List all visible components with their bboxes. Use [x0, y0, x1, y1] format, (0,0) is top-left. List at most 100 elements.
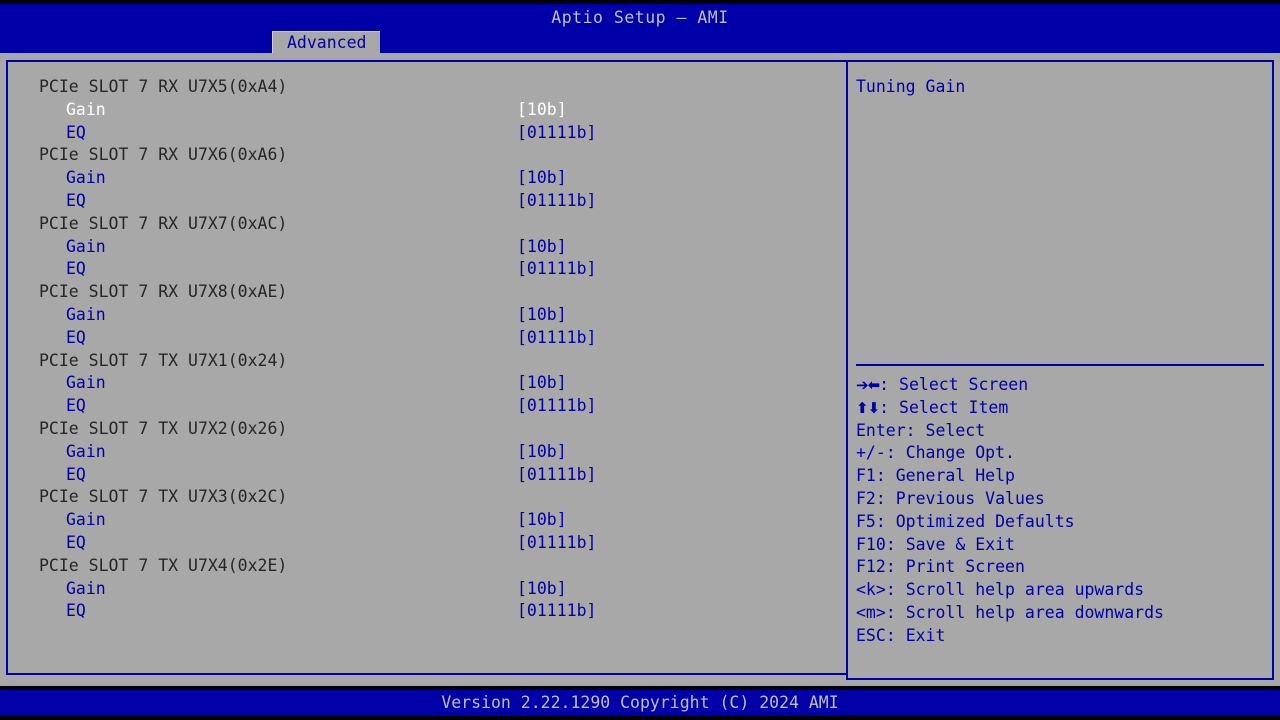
key-action: Print Screen: [905, 557, 1025, 577]
version-text: Version 2.22.1290 Copyright (C) 2024 AMI: [441, 693, 839, 712]
key-action: Previous Values: [895, 488, 1045, 508]
option-label: EQ: [66, 532, 86, 552]
group-label: PCIe SLOT 7 RX U7X7(0xAC): [39, 213, 288, 233]
key-legend-row: ⬆⬇: Select Item: [856, 397, 1268, 420]
key-action: Optimized Defaults: [895, 511, 1075, 531]
key-name: F5: [856, 511, 876, 531]
page-title: Aptio Setup – AMI: [551, 8, 729, 27]
key-separator: :: [885, 443, 906, 463]
option-value[interactable]: [10b]: [517, 441, 567, 464]
option-label: EQ: [66, 396, 86, 416]
option-row[interactable]: Gain [10b]: [8, 578, 848, 601]
footer-bar: Version 2.22.1290 Copyright (C) 2024 AMI: [0, 690, 1280, 716]
option-label: Gain: [66, 373, 106, 393]
key-name: <k>: [856, 580, 886, 600]
option-group-header: PCIe SLOT 7 RX U7X5(0xA4): [8, 76, 848, 99]
key-separator: :: [875, 511, 896, 531]
option-group-header: PCIe SLOT 7 RX U7X8(0xAE): [8, 281, 848, 304]
key-action: Exit: [905, 625, 946, 645]
option-row[interactable]: Gain [10b]: [8, 99, 848, 122]
key-action: Save & Exit: [905, 534, 1015, 554]
key-name: <m>: [856, 602, 886, 622]
option-label: Gain: [66, 304, 106, 324]
option-row[interactable]: EQ [01111b]: [8, 600, 848, 623]
option-value[interactable]: [10b]: [517, 578, 567, 601]
group-label: PCIe SLOT 7 TX U7X2(0x26): [39, 418, 288, 438]
key-action: Select Item: [899, 397, 1009, 417]
option-value[interactable]: [10b]: [517, 372, 567, 395]
option-row[interactable]: EQ [01111b]: [8, 327, 848, 350]
key-legend-row: F10: Save & Exit: [856, 534, 1268, 557]
option-row[interactable]: EQ [01111b]: [8, 532, 848, 555]
option-value[interactable]: [01111b]: [517, 122, 596, 145]
option-value[interactable]: [01111b]: [517, 258, 596, 281]
option-value[interactable]: [10b]: [517, 99, 567, 122]
group-label: PCIe SLOT 7 TX U7X4(0x2E): [39, 555, 288, 575]
option-value[interactable]: [10b]: [517, 509, 567, 532]
option-row[interactable]: Gain [10b]: [8, 236, 848, 259]
option-group-header: PCIe SLOT 7 RX U7X7(0xAC): [8, 213, 848, 236]
key-legend-row: <k>: Scroll help area upwards: [856, 579, 1268, 602]
key-legend-row: F2: Previous Values: [856, 488, 1268, 511]
option-value[interactable]: [10b]: [517, 304, 567, 327]
menu-tab-strip: Advanced: [0, 31, 1280, 53]
options-panel: PCIe SLOT 7 RX U7X5(0xA4) Gain [10b] EQ [011…: [6, 60, 848, 675]
option-row[interactable]: Gain [10b]: [8, 372, 848, 395]
tab-advanced[interactable]: Advanced: [272, 31, 381, 53]
option-value[interactable]: [01111b]: [517, 327, 596, 350]
key-name: F10: [856, 534, 886, 554]
key-name: F2: [856, 488, 876, 508]
option-label: EQ: [66, 464, 86, 484]
option-value[interactable]: [01111b]: [517, 464, 596, 487]
option-value[interactable]: [01111b]: [517, 532, 596, 555]
key-action: Select: [925, 420, 986, 440]
key-separator: :: [879, 375, 900, 394]
group-label: PCIe SLOT 7 RX U7X5(0xA4): [39, 77, 288, 96]
key-legend-row: Enter: Select: [856, 420, 1268, 443]
key-separator: :: [885, 625, 906, 645]
option-value[interactable]: [01111b]: [517, 395, 596, 418]
option-row[interactable]: EQ [01111b]: [8, 464, 848, 487]
option-row[interactable]: Gain [10b]: [8, 509, 848, 532]
help-description: Tuning Gain: [856, 77, 966, 96]
option-row[interactable]: Gain [10b]: [8, 167, 848, 190]
option-row[interactable]: Gain [10b]: [8, 441, 848, 464]
option-row[interactable]: Gain [10b]: [8, 304, 848, 327]
option-value[interactable]: [01111b]: [517, 190, 596, 213]
option-label: Gain: [66, 99, 106, 119]
key-legend-row: ➔⬅: Select Screen: [856, 374, 1268, 397]
option-label: EQ: [66, 327, 86, 347]
key-action: Scroll help area downwards: [905, 602, 1164, 622]
option-group-header: PCIe SLOT 7 RX U7X6(0xA6): [8, 144, 848, 167]
key-name: F12: [856, 557, 886, 577]
help-panel: Tuning Gain ➔⬅: Select Screen ⬆⬇: Select …: [848, 60, 1274, 680]
key-separator: :: [885, 602, 906, 622]
key-name: ESC: [856, 625, 886, 645]
bios-setup-screen: Aptio Setup – AMI Advanced PCIe SLOT 7 R…: [0, 0, 1280, 720]
arrow-up-down-icon: ⬆⬇: [856, 398, 880, 417]
option-row[interactable]: EQ [01111b]: [8, 258, 848, 281]
group-label: PCIe SLOT 7 TX U7X3(0x2C): [39, 487, 288, 507]
option-group-header: PCIe SLOT 7 TX U7X3(0x2C): [8, 486, 848, 509]
key-name: F1: [856, 466, 876, 486]
arrow-left-right-icon: ➔⬅: [856, 376, 880, 394]
key-legend-row: ESC: Exit: [856, 625, 1268, 648]
option-label: Gain: [66, 510, 106, 530]
key-action: General Help: [895, 466, 1015, 486]
option-row[interactable]: EQ [01111b]: [8, 190, 848, 213]
option-label: EQ: [66, 190, 86, 210]
option-label: Gain: [66, 168, 106, 188]
key-separator: :: [875, 466, 896, 486]
help-separator: [856, 364, 1264, 366]
key-action: Select Screen: [899, 375, 1029, 394]
option-row[interactable]: EQ [01111b]: [8, 395, 848, 418]
option-label: EQ: [66, 601, 86, 621]
key-action: Change Opt.: [905, 443, 1015, 463]
key-separator: :: [905, 420, 926, 440]
option-row[interactable]: EQ [01111b]: [8, 122, 848, 145]
key-action: Scroll help area upwards: [905, 580, 1145, 600]
option-value[interactable]: [10b]: [517, 236, 567, 259]
key-legend: ➔⬅: Select Screen ⬆⬇: Select Item Enter: S…: [856, 374, 1268, 648]
option-value[interactable]: [10b]: [517, 167, 567, 190]
option-value[interactable]: [01111b]: [517, 600, 596, 623]
